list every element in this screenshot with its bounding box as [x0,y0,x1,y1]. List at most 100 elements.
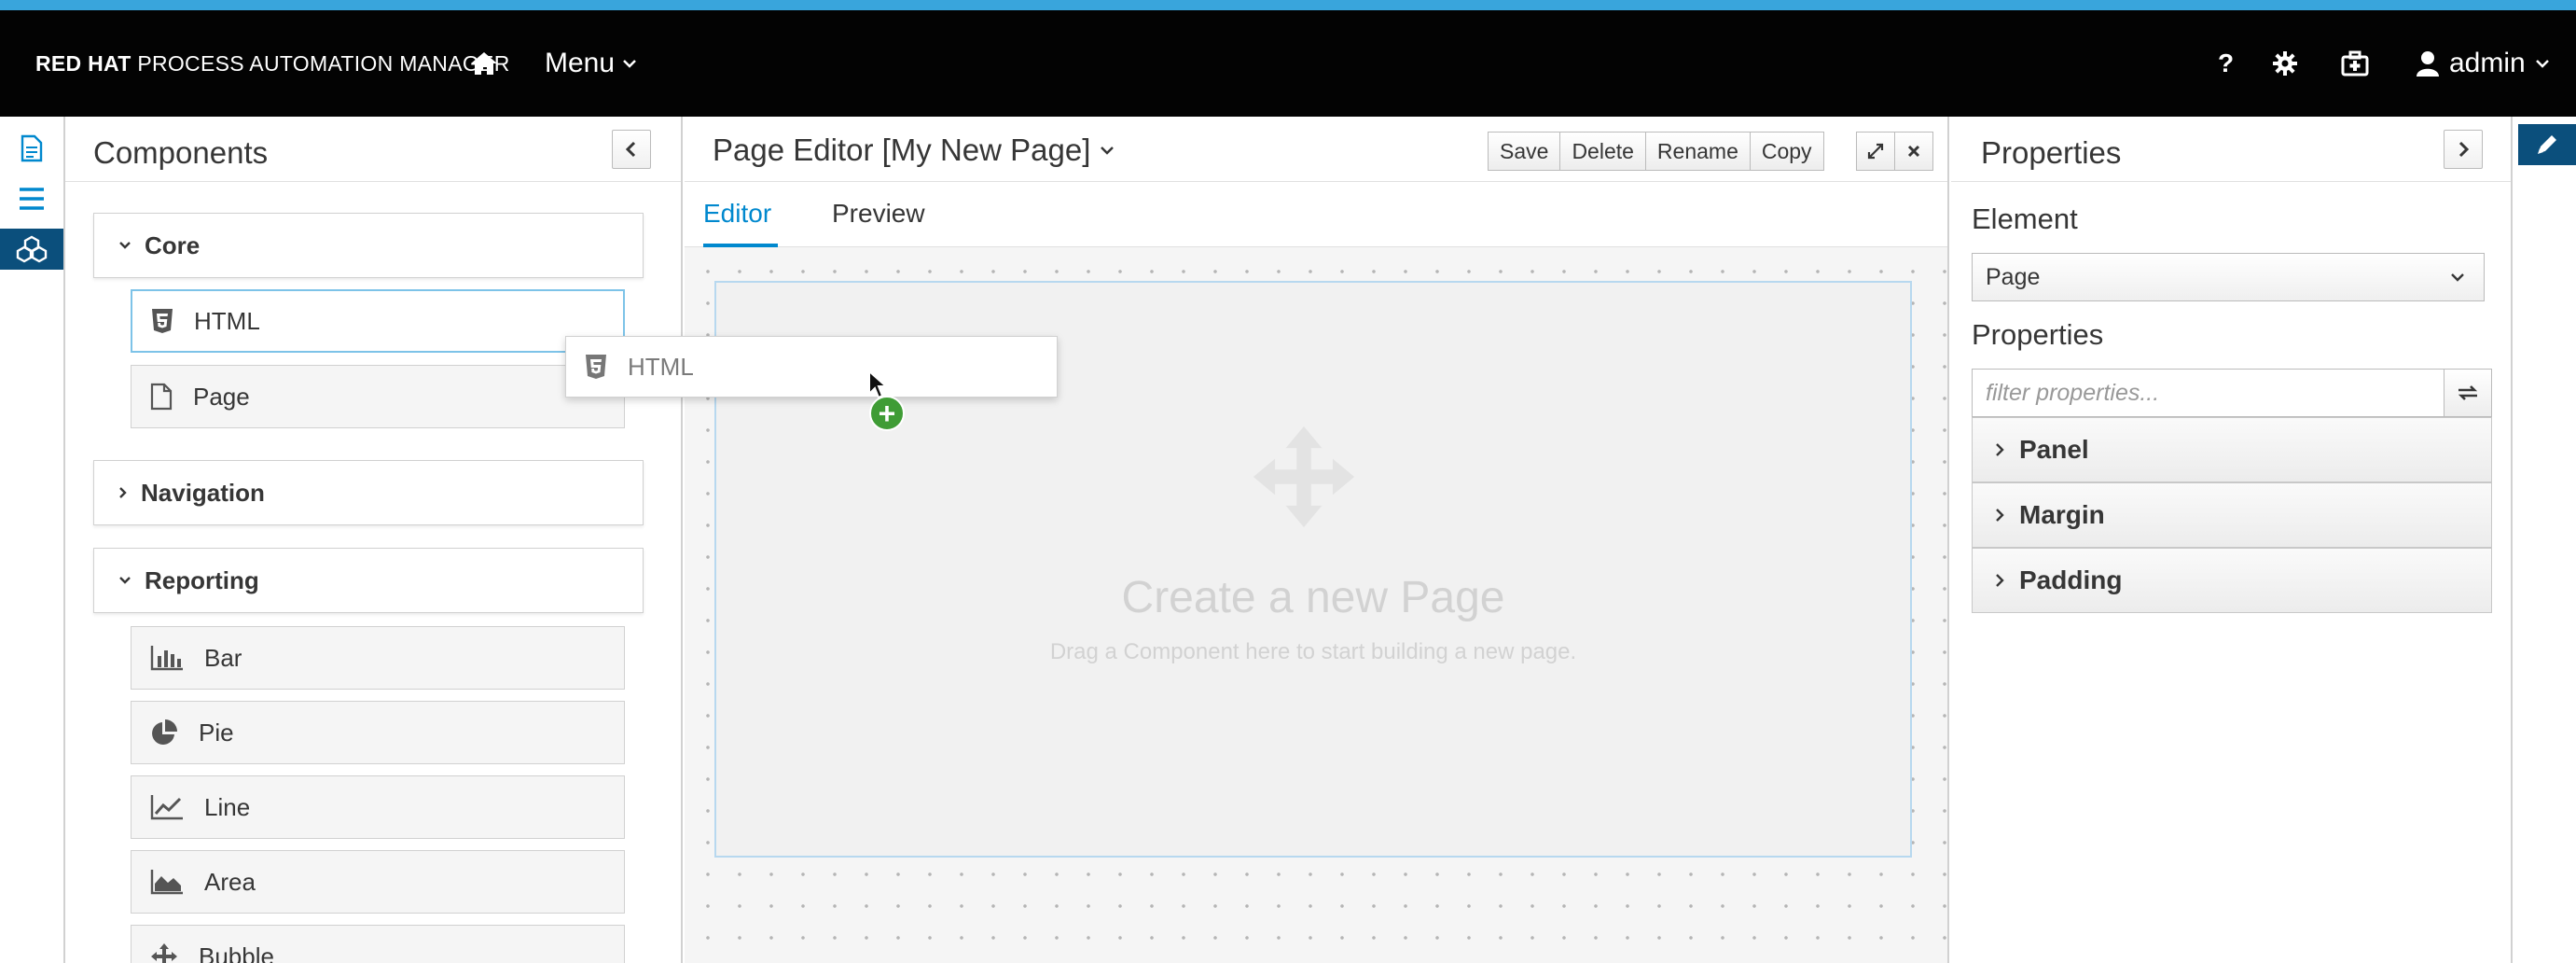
rail-navigation-button[interactable] [0,178,63,219]
chevron-down-icon [119,242,131,249]
user-name: admin [2449,48,2526,78]
copy-button[interactable]: Copy [1749,132,1824,171]
dragged-component-html[interactable]: HTML [565,336,1058,398]
html5-icon [152,309,173,333]
help-label: ? [2218,49,2235,77]
pencil-icon [2538,135,2556,154]
rename-button[interactable]: Rename [1644,132,1751,171]
chevron-down-icon [1101,147,1115,155]
filter-properties-input[interactable] [1972,369,2445,417]
maximize-button[interactable] [1856,132,1895,171]
top-accent-stripe [0,0,2576,10]
file-icon [150,383,173,411]
chevron-right-icon [1996,574,2004,587]
move-icon [1253,426,1355,528]
properties-title: Properties [1981,135,2122,170]
tab-preview[interactable]: Preview [832,199,925,229]
editor-header: Page Editor [My New Page] Save Delete Re… [685,117,1947,182]
properties-section-padding[interactable]: Padding [1972,548,2492,613]
drop-zone-subtitle: Drag a Component here to start building … [1049,639,1577,664]
rail-components-button[interactable] [0,229,63,270]
chevron-right-icon [1996,443,2004,456]
group-core[interactable]: Core [93,213,644,278]
case-management-button[interactable] [2341,10,2369,117]
active-tab-indicator [703,244,778,247]
component-line-label: Line [204,792,251,821]
component-pie-label: Pie [199,718,234,747]
chevron-down-icon [119,577,131,584]
chevron-right-icon [119,487,127,498]
chevron-right-icon [1996,509,2004,522]
list-icon [20,188,44,210]
group-core-label: Core [145,230,201,259]
component-bar-label: Bar [204,643,242,672]
properties-section-margin[interactable]: Margin [1972,482,2492,548]
components-title: Components [93,135,269,170]
rail-pages-button[interactable] [0,128,63,169]
component-bar[interactable]: Bar [131,626,625,690]
right-tool-rail [2514,117,2576,963]
home-button[interactable] [470,10,498,117]
add-drop-badge-icon: + [869,396,905,431]
collapse-properties-button[interactable] [2444,130,2483,169]
menu-dropdown[interactable]: Menu [545,10,637,117]
component-area[interactable]: Area [131,850,625,914]
chevron-right-icon [2458,141,2470,158]
medkit-icon [2341,50,2369,77]
close-editor-button[interactable] [1894,132,1933,171]
pie-chart-icon [152,719,177,745]
drop-zone-title: Create a new Page [1121,573,1505,622]
components-header: Components [65,117,681,182]
element-select[interactable]: Page [1972,253,2485,301]
dragged-component-label: HTML [628,352,694,381]
element-label: Element [1972,202,2078,235]
expand-icon [1867,143,1884,160]
chevron-down-icon [2535,60,2549,68]
bar-chart-icon [150,646,183,671]
tab-editor[interactable]: Editor [703,199,771,229]
menu-label: Menu [545,48,616,78]
component-html[interactable]: HTML [131,289,625,353]
user-icon [2417,51,2439,77]
component-bubble[interactable]: Bubble [131,925,625,963]
brand-logo[interactable]: RED HAT PROCESS AUTOMATION MANAGER [35,51,510,77]
editor-tabs: Editor Preview [685,182,1947,247]
editor-title: Page Editor [My New Page] [713,133,1091,167]
group-reporting[interactable]: Reporting [93,548,644,613]
collapse-components-button[interactable] [612,130,651,169]
component-page-label: Page [193,382,250,411]
move-icon [151,943,177,963]
group-reporting-label: Reporting [145,565,259,594]
component-page[interactable]: Page [131,365,625,428]
group-navigation-label: Navigation [141,478,265,507]
refresh-icon [2458,385,2478,400]
settings-button[interactable] [2272,10,2298,117]
properties-toggle-button[interactable] [2518,124,2576,165]
section-margin-label: Margin [2019,500,2105,529]
left-tool-rail [0,117,65,963]
component-pie[interactable]: Pie [131,701,625,764]
editor-actions: Save Delete Rename Copy [1488,132,1824,171]
component-html-label: HTML [194,306,260,335]
properties-section-panel[interactable]: Panel [1972,417,2492,482]
masthead: RED HAT PROCESS AUTOMATION MANAGER Menu … [0,10,2576,117]
properties-panel: Properties Element Page Properties Panel… [1951,117,2513,963]
brand-text: PROCESS AUTOMATION MANAGER [131,51,510,76]
components-panel: Components Core HTML Page Navigation Rep… [65,117,683,963]
chevron-down-icon [2451,273,2464,282]
delete-button[interactable]: Delete [1559,132,1646,171]
save-button[interactable]: Save [1488,132,1561,171]
section-padding-label: Padding [2019,565,2123,594]
cubes-icon [16,235,48,263]
user-menu[interactable]: admin [2416,10,2550,117]
help-button[interactable]: ? [2218,10,2234,117]
refresh-properties-button[interactable] [2444,369,2492,417]
file-icon [21,134,43,162]
area-chart-icon [150,870,183,895]
close-icon [1907,145,1920,158]
editor-title-dropdown[interactable]: Page Editor [My New Page] [713,133,1115,168]
group-navigation[interactable]: Navigation [93,460,644,525]
component-line[interactable]: Line [131,775,625,839]
properties-section-label: Properties [1972,318,2104,351]
gear-icon [2273,51,2297,76]
